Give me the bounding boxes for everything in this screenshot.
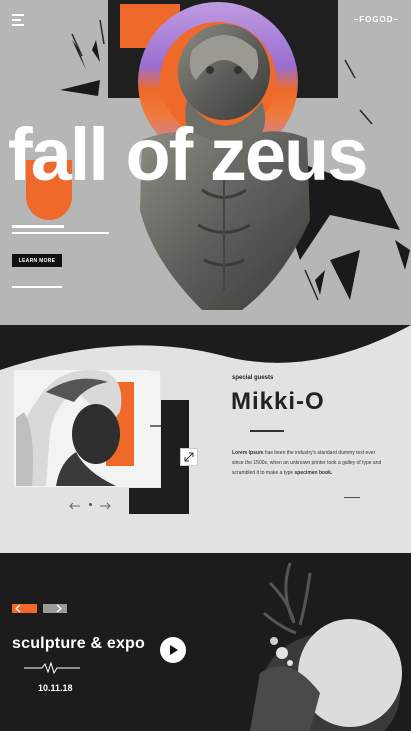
hero-decor-line [12, 232, 109, 234]
expand-icon[interactable] [180, 448, 198, 466]
guest-dash-divider [344, 497, 360, 498]
hero-section: fall of zeus –FOGOD– LEARN MORE [0, 0, 411, 325]
brand-logo[interactable]: –FOGOD– [354, 15, 399, 24]
chevron-left-icon[interactable] [14, 604, 22, 615]
chevron-right-icon[interactable] [55, 604, 63, 615]
event-date: 10.11.18 [38, 683, 73, 693]
hero-title: fall of zeus [8, 113, 368, 196]
play-button[interactable] [160, 637, 186, 663]
event-section: sculpture & expo 10.11.18 [0, 553, 411, 731]
guest-name: Mikki-O [231, 388, 325, 415]
guest-description: Lorem Ipsum has been the industry's stan… [232, 448, 382, 478]
guest-name-underline [250, 430, 284, 432]
carousel-dot[interactable] [89, 503, 92, 506]
description-bold-lead: Lorem Ipsum [232, 450, 264, 456]
hero-decor-line [12, 225, 64, 228]
deer-sculpture-image [250, 562, 402, 731]
arrow-left-icon[interactable] [69, 499, 81, 513]
arrow-right-icon[interactable] [99, 499, 111, 513]
event-waveform-icon [24, 662, 80, 674]
description-bold-tail: specimen book. [294, 470, 333, 476]
special-guest-section: special guests Mikki-O Lorem Ipsum has b… [0, 300, 411, 553]
guest-kicker: special guests [232, 375, 274, 381]
hamburger-menu-icon[interactable] [12, 14, 26, 26]
hero-decor-line [12, 286, 62, 288]
play-icon [169, 645, 178, 655]
guest-portrait-image[interactable] [16, 362, 150, 486]
learn-more-button[interactable]: LEARN MORE [12, 254, 62, 267]
event-title: sculpture & expo [12, 635, 146, 652]
